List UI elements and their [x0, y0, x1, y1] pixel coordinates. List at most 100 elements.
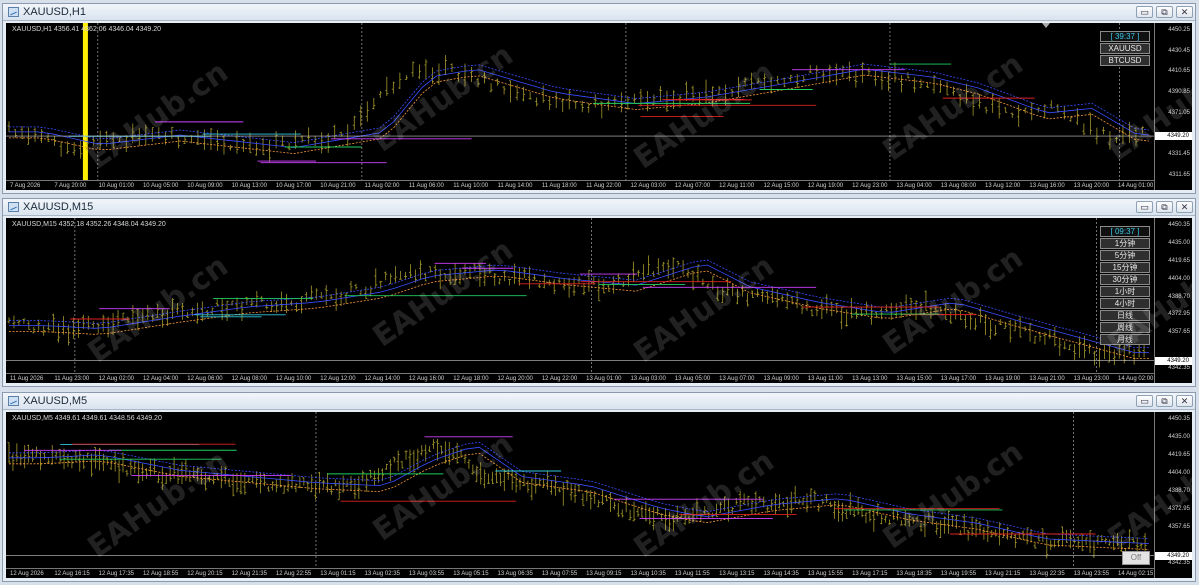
- time-axis-label: 13 Aug 02:35: [364, 571, 400, 577]
- price-scale-label: 4357.65: [1168, 329, 1190, 336]
- time-axis-label: 12 Aug 18:55: [142, 571, 179, 577]
- close-button[interactable]: ✕: [1176, 6, 1193, 18]
- chart-icon: [8, 396, 19, 406]
- timeframe-button-m15[interactable]: 15分钟: [1100, 262, 1150, 273]
- time-axis-label: 13 Aug 20:00: [1073, 183, 1110, 189]
- time-axis-label: 12 Aug 2026: [10, 571, 44, 577]
- time-axis-label: 12 Aug 14:00: [364, 376, 400, 382]
- time-axis[interactable]: 11 Aug 2026 11 Aug 23:00 12 Aug 02:00 12 Au…: [6, 373, 1154, 383]
- time-axis-label: 10 Aug 01:00: [98, 183, 134, 189]
- restore-button[interactable]: ⧉: [1156, 201, 1173, 213]
- chart-window-h1[interactable]: XAUUSD,H1 ▭ ⧉ ✕ XAUUSD,H1 4356.41 4362.0…: [2, 3, 1196, 194]
- bid-price-tag: 4349.20: [1155, 356, 1192, 365]
- minimize-button[interactable]: ▭: [1136, 201, 1153, 213]
- price-scale-label: 4435.00: [1168, 434, 1190, 440]
- time-axis-label: 13 Aug 18:35: [896, 571, 932, 577]
- time-axis-label: 13 Aug 09:00: [763, 376, 799, 382]
- time-axis-label: 12 Aug 08:00: [231, 376, 267, 382]
- time-axis-label: 10 Aug 05:00: [142, 183, 179, 189]
- price-scale-label: 4419.65: [1168, 257, 1190, 264]
- chart-window-m5[interactable]: XAUUSD,M5 ▭ ⧉ ✕ XAUUSD,M5 4349.61 4349.6…: [2, 392, 1196, 582]
- time-axis-label: 13 Aug 17:00: [940, 376, 977, 382]
- price-chart-area[interactable]: XAUUSD,H1 4356.41 4362.06 4346.04 4349.2…: [6, 23, 1192, 190]
- time-axis-label: 12 Aug 17:35: [98, 571, 134, 577]
- time-axis-label: 13 Aug 21:15: [985, 571, 1021, 577]
- time-axis-label: 11 Aug 06:00: [408, 183, 444, 189]
- timeframe-button-m1[interactable]: 1分钟: [1100, 238, 1150, 249]
- restore-button[interactable]: ⧉: [1156, 395, 1173, 407]
- time-axis-label: 12 Aug 23:00: [852, 183, 888, 189]
- time-axis-label: 13 Aug 15:00: [896, 376, 932, 382]
- timeframe-button-m30[interactable]: 30分钟: [1100, 274, 1150, 285]
- time-axis-label: 13 Aug 19:00: [985, 376, 1021, 382]
- price-scale-label: 4450.35: [1168, 416, 1190, 422]
- restore-button[interactable]: ⧉: [1156, 6, 1173, 18]
- time-axis-label: 12 Aug 20:00: [497, 376, 533, 382]
- time-axis-label: 13 Aug 14:35: [763, 571, 799, 577]
- time-axis-label: 13 Aug 13:00: [852, 376, 888, 382]
- time-axis-label: 13 Aug 15:55: [807, 571, 844, 577]
- time-axis-label: 12 Aug 21:35: [231, 571, 267, 577]
- price-scale-label: 4450.25: [1168, 27, 1190, 33]
- time-axis[interactable]: 7 Aug 2026 7 Aug 20:00 10 Aug 01:00 10 Aug …: [6, 180, 1154, 190]
- time-axis-label: 13 Aug 07:55: [541, 571, 578, 577]
- time-axis[interactable]: 12 Aug 2026 12 Aug 16:15 12 Aug 17:35 12 Au…: [6, 568, 1154, 578]
- time-axis-label: 13 Aug 06:35: [497, 571, 533, 577]
- price-scale-label: 4311.65: [1168, 172, 1190, 178]
- timeframe-button-m5[interactable]: 5分钟: [1100, 250, 1150, 261]
- time-axis-label: 12 Aug 22:55: [275, 571, 312, 577]
- time-axis-label: 12 Aug 10:00: [275, 376, 312, 382]
- time-axis-label: 14 Aug 02:15: [1118, 571, 1154, 577]
- time-axis-label: 13 Aug 03:55: [408, 571, 445, 577]
- time-axis-label: 11 Aug 22:00: [586, 183, 622, 189]
- minimize-button[interactable]: ▭: [1136, 395, 1153, 407]
- time-axis-label: 13 Aug 17:15: [852, 571, 888, 577]
- time-axis-label: 13 Aug 23:55: [1073, 571, 1110, 577]
- time-axis-label: 12 Aug 07:00: [674, 183, 711, 189]
- time-axis-label: 11 Aug 18:00: [541, 183, 577, 189]
- time-axis-label: 12 Aug 16:00: [408, 376, 445, 382]
- time-axis-label: 13 Aug 16:00: [1029, 183, 1065, 189]
- window-title: XAUUSD,H1: [23, 6, 86, 18]
- close-button[interactable]: ✕: [1176, 395, 1193, 407]
- time-axis-label: 12 Aug 19:00: [807, 183, 844, 189]
- price-scale-label: 4342.35: [1168, 365, 1190, 371]
- price-chart-area[interactable]: XAUUSD,M5 4349.61 4349.61 4348.56 4349.2…: [6, 412, 1192, 578]
- time-axis-label: 10 Aug 09:00: [187, 183, 223, 189]
- time-axis-label: 12 Aug 20:15: [187, 571, 223, 577]
- time-axis-label: 13 Aug 21:00: [1029, 376, 1065, 382]
- bar-countdown-timer: [ 39:37 ]: [1100, 31, 1150, 42]
- time-axis-label: 13 Aug 03:00: [630, 376, 666, 382]
- bar-countdown-timer: [ 09:37 ]: [1100, 226, 1150, 237]
- chart-window-m15[interactable]: XAUUSD,M15 ▭ ⧉ ✕ XAUUSD,M15 4352.18 4352…: [2, 198, 1196, 387]
- chart-shift-marker-icon[interactable]: [1042, 23, 1050, 28]
- time-axis-label: 13 Aug 08:00: [940, 183, 977, 189]
- time-axis-label: 13 Aug 05:00: [674, 376, 711, 382]
- symbol-button-xauusd[interactable]: XAUUSD: [1100, 43, 1150, 54]
- close-button[interactable]: ✕: [1176, 201, 1193, 213]
- price-scale-label: 4331.45: [1168, 151, 1190, 158]
- time-axis-label: 13 Aug 07:00: [719, 376, 755, 382]
- price-chart-area[interactable]: XAUUSD,M15 4352.18 4352.26 4348.04 4349.…: [6, 218, 1192, 383]
- time-axis-label: 13 Aug 04:00: [896, 183, 932, 189]
- timeframe-button-h1[interactable]: 1小时: [1100, 286, 1150, 297]
- bid-price-tag: 4349.20: [1155, 551, 1192, 560]
- time-axis-label: 12 Aug 02:00: [98, 376, 134, 382]
- symbol-panel: [ 39:37 ] XAUUSD BTCUSD: [1100, 31, 1150, 67]
- symbol-info: XAUUSD,M5 4349.61 4349.61 4348.56 4349.2…: [12, 415, 162, 422]
- time-axis-label: 12 Aug 06:00: [187, 376, 223, 382]
- symbol-button-btcusd[interactable]: BTCUSD: [1100, 55, 1150, 66]
- price-scale-label: 4419.65: [1168, 452, 1190, 458]
- window-titlebar[interactable]: XAUUSD,M15 ▭ ⧉ ✕: [3, 199, 1195, 216]
- time-axis-label: 11 Aug 10:00: [453, 183, 489, 189]
- time-axis-label: 11 Aug 14:00: [497, 183, 533, 189]
- chart-icon: [8, 7, 19, 17]
- time-axis-label: 13 Aug 01:00: [586, 376, 622, 382]
- time-axis-label: 13 Aug 12:00: [985, 183, 1021, 189]
- time-axis-label: 13 Aug 22:35: [1029, 571, 1065, 577]
- window-titlebar[interactable]: XAUUSD,H1 ▭ ⧉ ✕: [3, 4, 1195, 21]
- minimize-button[interactable]: ▭: [1136, 6, 1153, 18]
- time-axis-label: 13 Aug 09:15: [586, 571, 622, 577]
- window-titlebar[interactable]: XAUUSD,M5 ▭ ⧉ ✕: [3, 393, 1195, 410]
- chart-icon: [8, 202, 19, 212]
